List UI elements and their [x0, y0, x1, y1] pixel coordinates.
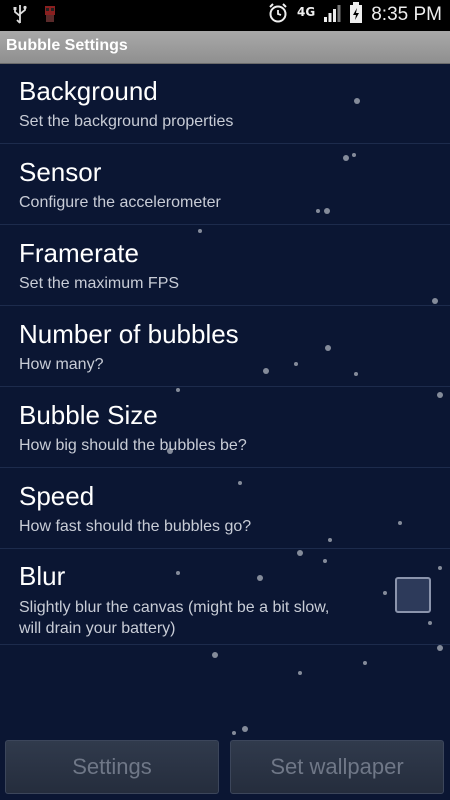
- setting-sensor[interactable]: Sensor Configure the accelerometer: [0, 144, 450, 225]
- setting-background[interactable]: Background Set the background properties: [0, 63, 450, 144]
- setting-bubble-size[interactable]: Bubble Size How big should the bubbles b…: [0, 387, 450, 468]
- bubble-dot: [363, 661, 367, 665]
- network-type-label: 4G: [297, 5, 316, 19]
- setting-summary: How big should the bubbles be?: [19, 437, 247, 454]
- status-bar: 4G 8:35 PM: [0, 0, 450, 31]
- setting-summary: Configure the accelerometer: [19, 194, 221, 211]
- bubble-dot: [437, 645, 443, 651]
- bottom-button-bar: Settings Set wallpaper: [0, 738, 450, 800]
- bubble-dot: [212, 652, 218, 658]
- status-time: 8:35 PM: [371, 4, 442, 25]
- bubble-dot: [242, 726, 248, 732]
- usb-icon: [12, 4, 28, 28]
- setting-title: Framerate: [19, 238, 139, 268]
- settings-button[interactable]: Settings: [5, 740, 219, 794]
- app-screen: 4G 8:35 PM Bubble Settings Background Se…: [0, 0, 450, 800]
- battery-icon: [349, 2, 363, 28]
- bubble-dot: [232, 731, 236, 735]
- signal-icon: [323, 3, 341, 27]
- bubble-dot: [298, 671, 302, 675]
- set-wallpaper-button[interactable]: Set wallpaper: [230, 740, 444, 794]
- setting-number-of-bubbles[interactable]: Number of bubbles How many?: [0, 306, 450, 387]
- setting-title: Number of bubbles: [19, 319, 239, 349]
- setting-title: Speed: [19, 481, 95, 511]
- setting-title: Blur: [19, 561, 66, 591]
- alarm-icon: [267, 2, 289, 28]
- setting-summary: Set the maximum FPS: [19, 275, 180, 292]
- setting-summary: How many?: [19, 356, 104, 373]
- setting-summary: Slightly blur the canvas (might be a bit…: [19, 597, 369, 639]
- blur-summary-line1: Slightly blur the canvas (might be a bit…: [19, 599, 330, 616]
- setting-summary: Set the background properties: [19, 113, 234, 130]
- title-bar: Bubble Settings: [0, 31, 450, 64]
- setting-framerate[interactable]: Framerate Set the maximum FPS: [0, 225, 450, 306]
- setting-blur[interactable]: Blur Slightly blur the canvas (might be …: [0, 549, 450, 645]
- setting-title: Background: [19, 76, 158, 106]
- setting-speed[interactable]: Speed How fast should the bubbles go?: [0, 468, 450, 549]
- blur-summary-line2: will drain your battery): [19, 620, 176, 637]
- page-title: Bubble Settings: [6, 37, 128, 54]
- settings-list: Background Set the background properties…: [0, 63, 450, 645]
- setting-summary: How fast should the bubbles go?: [19, 518, 252, 535]
- setting-title: Bubble Size: [19, 400, 158, 430]
- setting-title: Sensor: [19, 157, 102, 187]
- app-notification-icon: [40, 4, 60, 28]
- blur-checkbox[interactable]: [395, 577, 431, 613]
